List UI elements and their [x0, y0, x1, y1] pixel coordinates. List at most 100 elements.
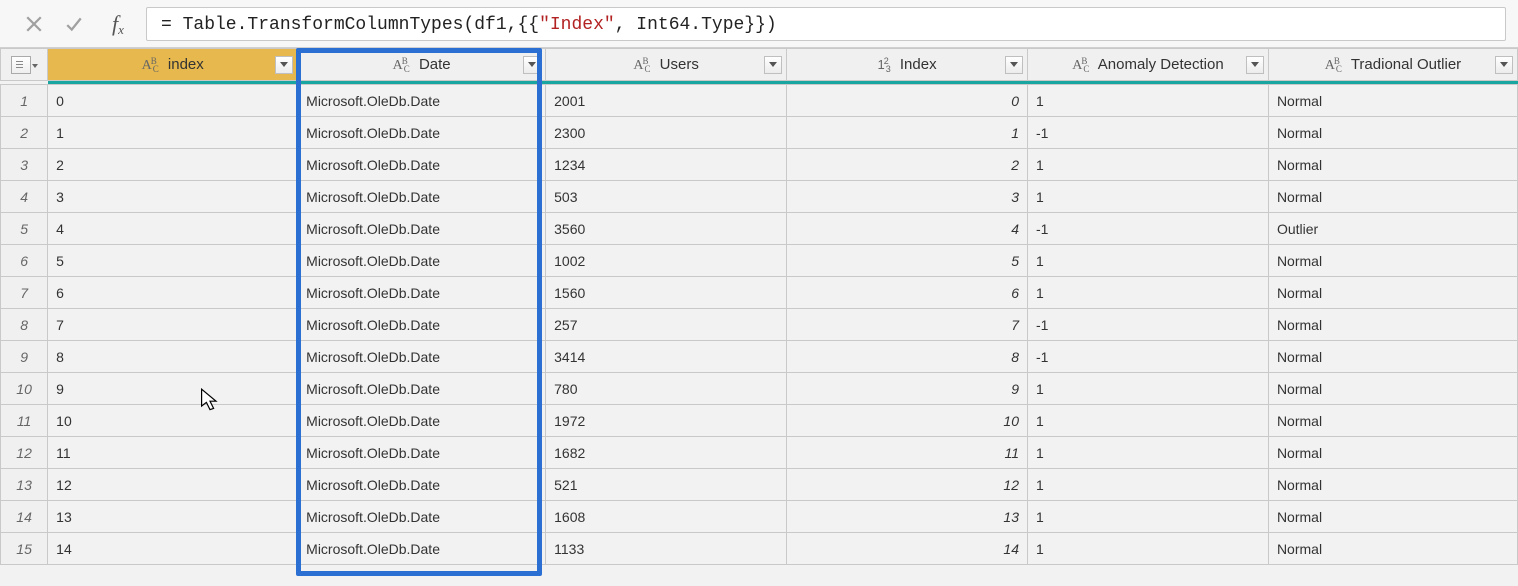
row-number[interactable]: 10: [1, 373, 48, 405]
column-header-anomaly[interactable]: ABC Anomaly Detection: [1028, 49, 1269, 81]
row-number[interactable]: 11: [1, 405, 48, 437]
cell-anomaly[interactable]: -1: [1028, 213, 1269, 245]
cell-users[interactable]: 3414: [546, 341, 787, 373]
cell-anomaly[interactable]: 1: [1028, 245, 1269, 277]
cell-anomaly[interactable]: 1: [1028, 85, 1269, 117]
table-row[interactable]: 1514Microsoft.OleDb.Date1133141Normal: [1, 533, 1518, 565]
filter-button-index2[interactable]: [1005, 56, 1023, 74]
cell-anomaly[interactable]: -1: [1028, 341, 1269, 373]
cell-index2[interactable]: 10: [787, 405, 1028, 437]
cell-users[interactable]: 1608: [546, 501, 787, 533]
cell-traditional[interactable]: Outlier: [1268, 213, 1517, 245]
cell-index2[interactable]: 12: [787, 469, 1028, 501]
cell-index2[interactable]: 2: [787, 149, 1028, 181]
cell-index[interactable]: 3: [48, 181, 298, 213]
table-row[interactable]: 76Microsoft.OleDb.Date156061Normal: [1, 277, 1518, 309]
column-header-index2[interactable]: 123 Index: [787, 49, 1028, 81]
cell-index[interactable]: 12: [48, 469, 298, 501]
cell-users[interactable]: 1234: [546, 149, 787, 181]
cell-index[interactable]: 7: [48, 309, 298, 341]
cell-date[interactable]: Microsoft.OleDb.Date: [298, 117, 546, 149]
cell-anomaly[interactable]: 1: [1028, 533, 1269, 565]
cell-index[interactable]: 14: [48, 533, 298, 565]
cell-index2[interactable]: 3: [787, 181, 1028, 213]
cell-anomaly[interactable]: 1: [1028, 181, 1269, 213]
cell-index2[interactable]: 13: [787, 501, 1028, 533]
cell-traditional[interactable]: Normal: [1268, 373, 1517, 405]
cell-date[interactable]: Microsoft.OleDb.Date: [298, 405, 546, 437]
table-row[interactable]: 98Microsoft.OleDb.Date34148-1Normal: [1, 341, 1518, 373]
cancel-formula-button[interactable]: [18, 8, 50, 40]
cell-users[interactable]: 780: [546, 373, 787, 405]
cell-traditional[interactable]: Normal: [1268, 405, 1517, 437]
cell-users[interactable]: 1133: [546, 533, 787, 565]
row-number[interactable]: 6: [1, 245, 48, 277]
cell-traditional[interactable]: Normal: [1268, 437, 1517, 469]
cell-traditional[interactable]: Normal: [1268, 533, 1517, 565]
cell-index[interactable]: 11: [48, 437, 298, 469]
row-number[interactable]: 3: [1, 149, 48, 181]
cell-users[interactable]: 503: [546, 181, 787, 213]
column-header-users[interactable]: ABC Users: [546, 49, 787, 81]
row-number[interactable]: 13: [1, 469, 48, 501]
cell-index2[interactable]: 11: [787, 437, 1028, 469]
cell-index2[interactable]: 14: [787, 533, 1028, 565]
row-number[interactable]: 12: [1, 437, 48, 469]
cell-index[interactable]: 0: [48, 85, 298, 117]
cell-index2[interactable]: 9: [787, 373, 1028, 405]
table-row[interactable]: 1413Microsoft.OleDb.Date1608131Normal: [1, 501, 1518, 533]
row-number[interactable]: 9: [1, 341, 48, 373]
cell-date[interactable]: Microsoft.OleDb.Date: [298, 373, 546, 405]
cell-index[interactable]: 9: [48, 373, 298, 405]
row-number[interactable]: 15: [1, 533, 48, 565]
cell-index2[interactable]: 6: [787, 277, 1028, 309]
cell-users[interactable]: 3560: [546, 213, 787, 245]
cell-index[interactable]: 6: [48, 277, 298, 309]
filter-button-index[interactable]: [275, 56, 293, 74]
table-corner-button[interactable]: [1, 49, 48, 81]
cell-index2[interactable]: 7: [787, 309, 1028, 341]
cell-index2[interactable]: 0: [787, 85, 1028, 117]
cell-index[interactable]: 8: [48, 341, 298, 373]
cell-index2[interactable]: 8: [787, 341, 1028, 373]
cell-index[interactable]: 4: [48, 213, 298, 245]
cell-date[interactable]: Microsoft.OleDb.Date: [298, 341, 546, 373]
cell-traditional[interactable]: Normal: [1268, 117, 1517, 149]
cell-date[interactable]: Microsoft.OleDb.Date: [298, 469, 546, 501]
row-number[interactable]: 8: [1, 309, 48, 341]
table-row[interactable]: 87Microsoft.OleDb.Date2577-1Normal: [1, 309, 1518, 341]
cell-date[interactable]: Microsoft.OleDb.Date: [298, 85, 546, 117]
cell-users[interactable]: 1682: [546, 437, 787, 469]
cell-anomaly[interactable]: -1: [1028, 309, 1269, 341]
table-row[interactable]: 43Microsoft.OleDb.Date50331Normal: [1, 181, 1518, 213]
cell-index[interactable]: 2: [48, 149, 298, 181]
cell-traditional[interactable]: Normal: [1268, 469, 1517, 501]
cell-index[interactable]: 13: [48, 501, 298, 533]
row-number[interactable]: 2: [1, 117, 48, 149]
filter-button-traditional[interactable]: [1495, 56, 1513, 74]
formula-input[interactable]: = Table.TransformColumnTypes(df1,{{"Inde…: [146, 7, 1506, 41]
table-row[interactable]: 32Microsoft.OleDb.Date123421Normal: [1, 149, 1518, 181]
cell-date[interactable]: Microsoft.OleDb.Date: [298, 277, 546, 309]
table-row[interactable]: 1312Microsoft.OleDb.Date521121Normal: [1, 469, 1518, 501]
row-number[interactable]: 7: [1, 277, 48, 309]
cell-traditional[interactable]: Normal: [1268, 245, 1517, 277]
cell-traditional[interactable]: Normal: [1268, 181, 1517, 213]
row-number[interactable]: 1: [1, 85, 48, 117]
commit-formula-button[interactable]: [58, 8, 90, 40]
cell-anomaly[interactable]: 1: [1028, 277, 1269, 309]
cell-traditional[interactable]: Normal: [1268, 501, 1517, 533]
filter-button-anomaly[interactable]: [1246, 56, 1264, 74]
cell-users[interactable]: 1560: [546, 277, 787, 309]
cell-users[interactable]: 1972: [546, 405, 787, 437]
table-row[interactable]: 10Microsoft.OleDb.Date200101Normal: [1, 85, 1518, 117]
table-row[interactable]: 1110Microsoft.OleDb.Date1972101Normal: [1, 405, 1518, 437]
cell-date[interactable]: Microsoft.OleDb.Date: [298, 533, 546, 565]
column-header-index[interactable]: ABC index: [48, 49, 298, 81]
cell-traditional[interactable]: Normal: [1268, 309, 1517, 341]
cell-anomaly[interactable]: 1: [1028, 501, 1269, 533]
cell-users[interactable]: 1002: [546, 245, 787, 277]
cell-index2[interactable]: 5: [787, 245, 1028, 277]
cell-date[interactable]: Microsoft.OleDb.Date: [298, 309, 546, 341]
cell-date[interactable]: Microsoft.OleDb.Date: [298, 149, 546, 181]
